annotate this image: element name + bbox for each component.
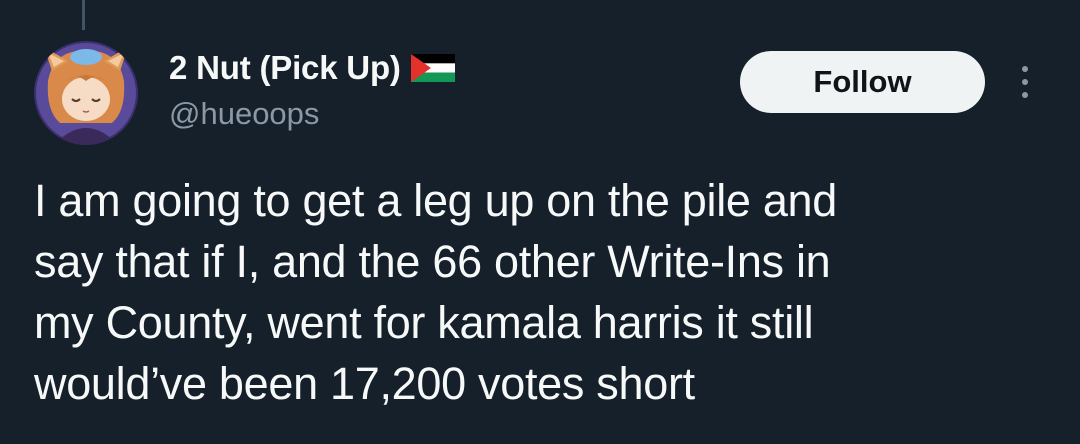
tweet-line: I am going to get a leg up on the pile a… xyxy=(34,175,838,226)
tweet-text: I am going to get a leg up on the pile a… xyxy=(34,170,1054,414)
more-dot xyxy=(1022,79,1028,85)
palestine-flag-icon xyxy=(410,54,455,82)
more-dot xyxy=(1022,92,1028,98)
more-options-icon[interactable] xyxy=(1010,60,1040,104)
follow-button[interactable]: Follow xyxy=(740,51,985,113)
more-dot xyxy=(1022,66,1028,72)
tweet-line: say that if I, and the 66 other Write-In… xyxy=(34,236,831,287)
anime-character-avatar-icon xyxy=(34,41,138,145)
avatar[interactable] xyxy=(34,41,138,145)
display-name[interactable]: 2 Nut (Pick Up) xyxy=(169,49,401,87)
author-handle[interactable]: @hueoops xyxy=(169,96,319,132)
thread-connector-line xyxy=(82,0,85,30)
author-name-row[interactable]: 2 Nut (Pick Up) xyxy=(169,44,455,92)
tweet-line: would’ve been 17,200 votes short xyxy=(34,358,695,409)
tweet-line: my County, went for kamala harris it sti… xyxy=(34,297,814,348)
